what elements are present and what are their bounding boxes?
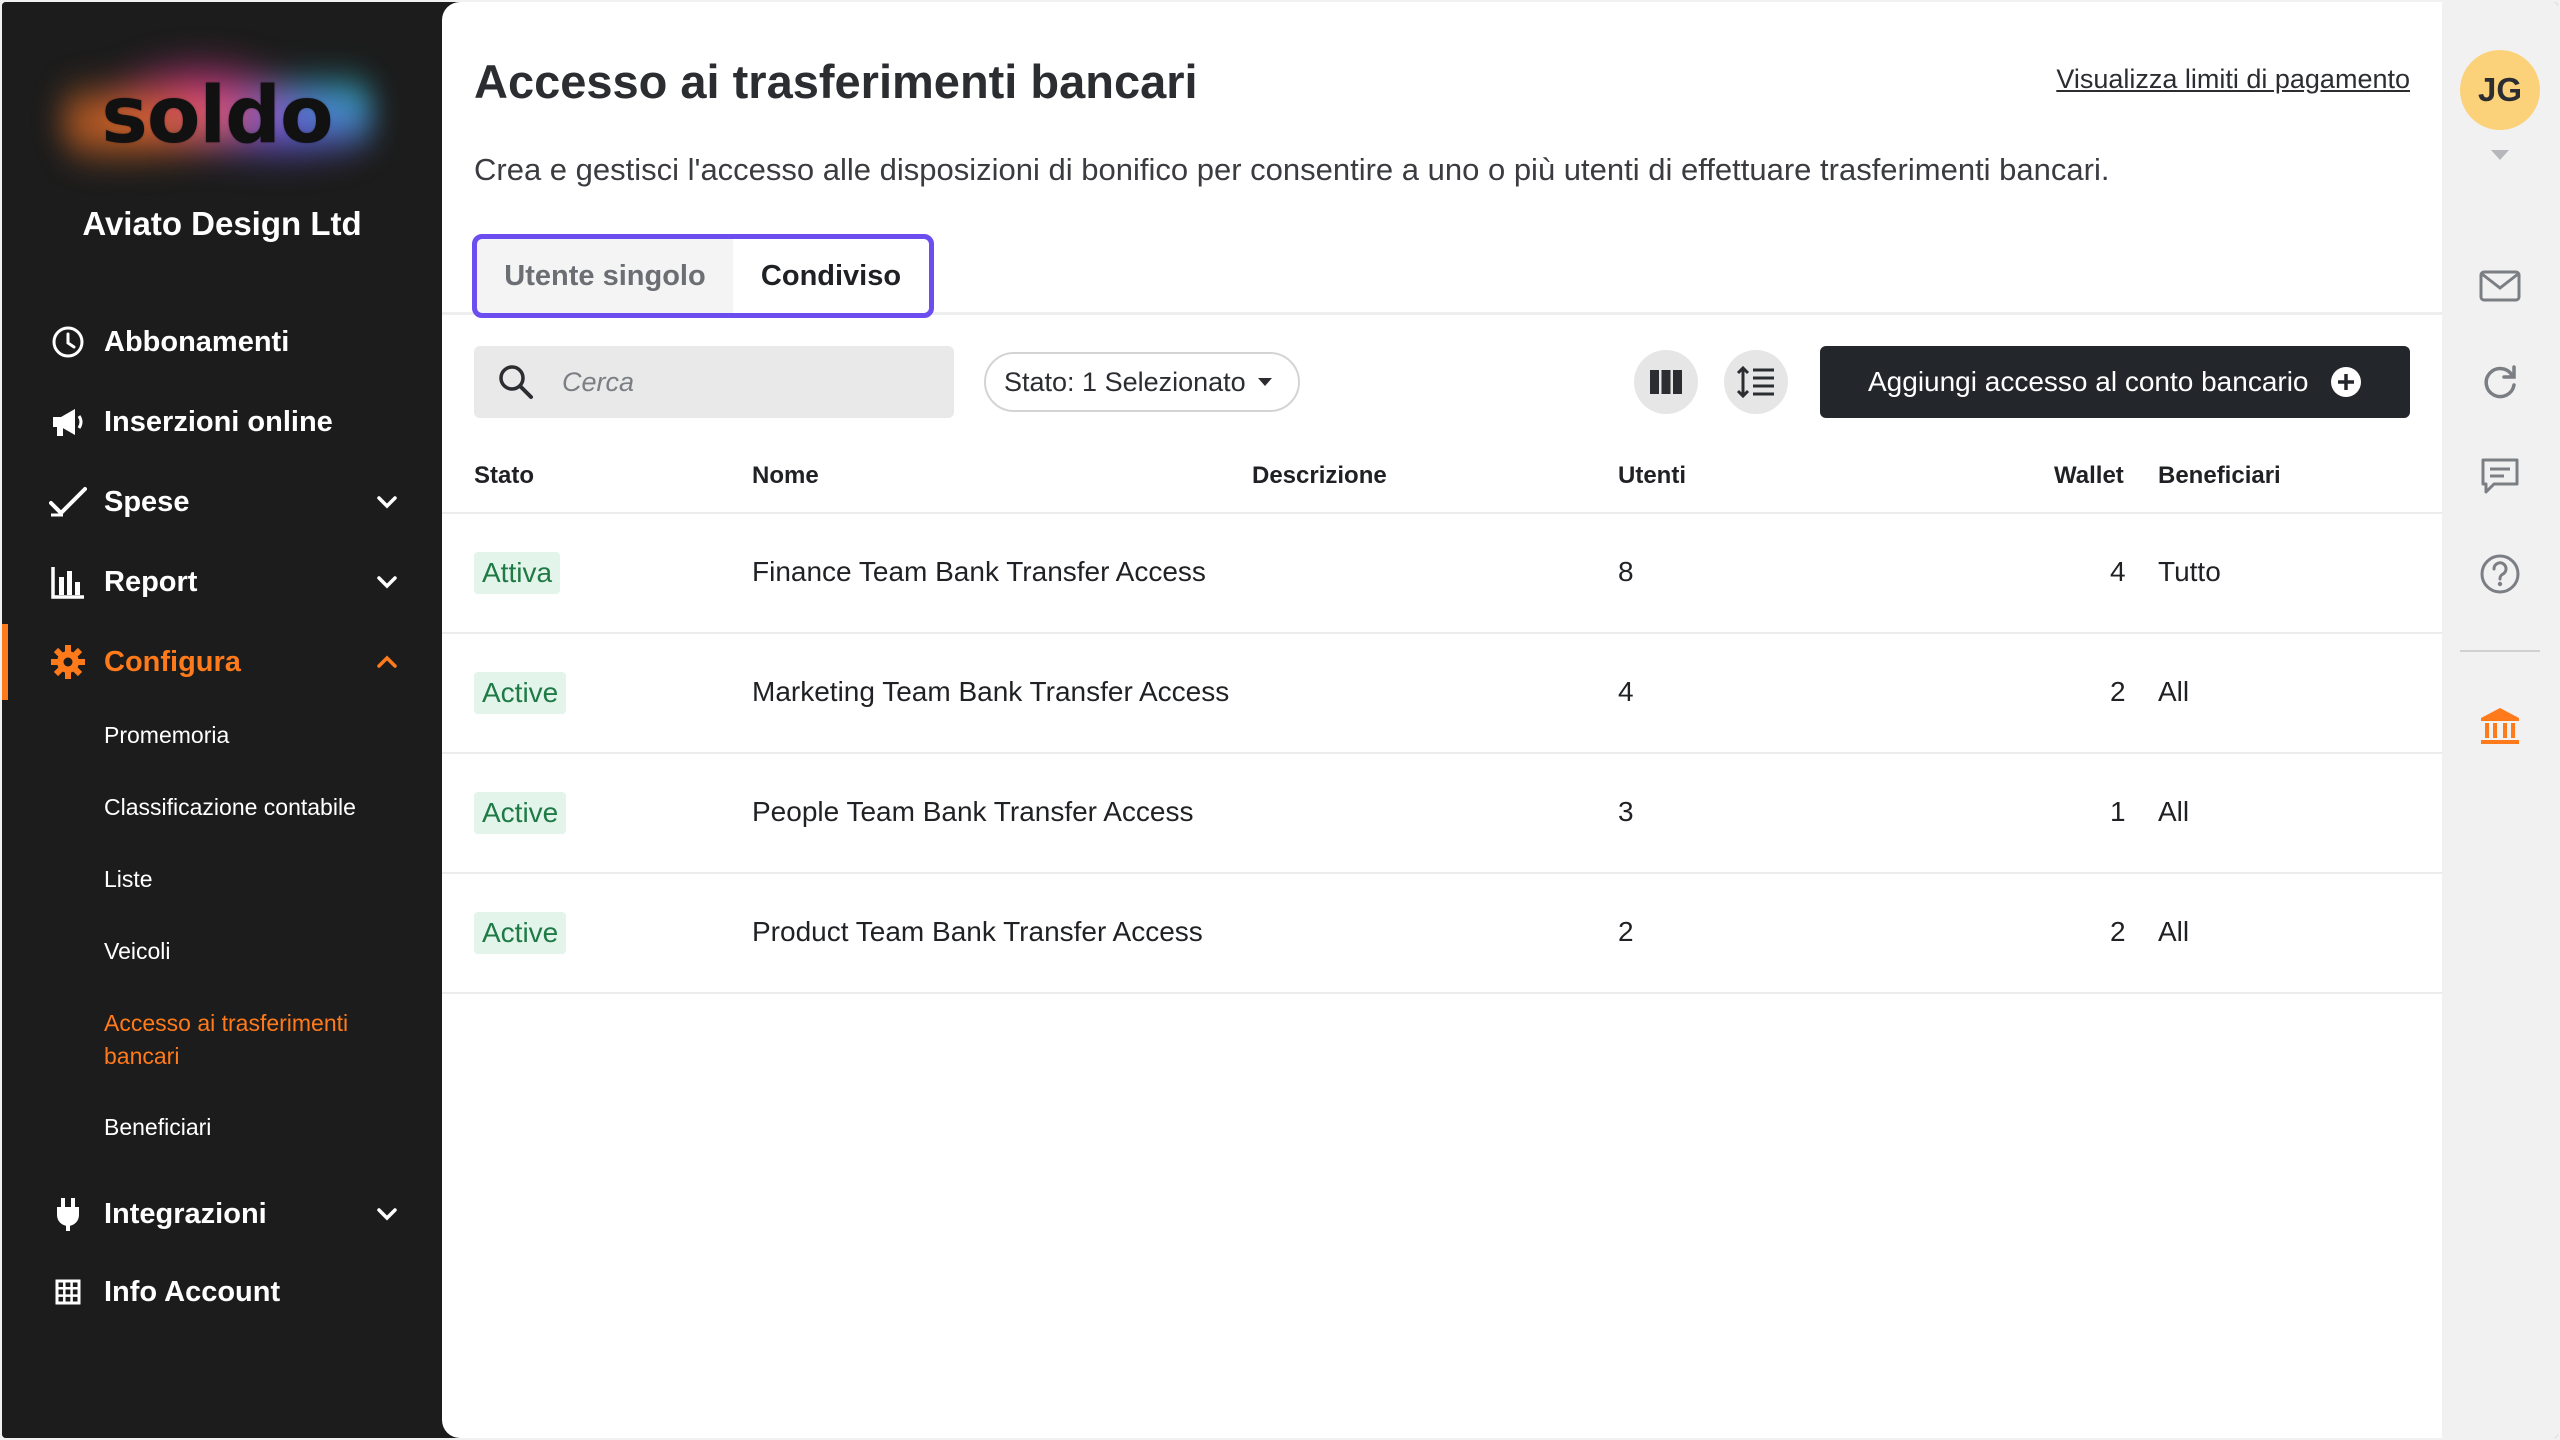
nav-label: Integrazioni — [104, 1197, 267, 1230]
status-filter-dropdown[interactable]: Stato: 1 Selezionato — [984, 352, 1300, 412]
row-beneficiaries: All — [2158, 916, 2190, 947]
nav-abbonamenti[interactable]: Abbonamenti — [2, 310, 442, 374]
table-row[interactable]: Attiva Finance Team Bank Transfer Access… — [442, 512, 2442, 632]
column-header-stato[interactable]: Stato — [474, 462, 534, 490]
rail-divider — [2460, 650, 2540, 652]
subnav-accesso-trasferimenti-bancari[interactable]: Accesso ai trasferimenti bancari — [104, 1007, 394, 1073]
row-beneficiaries: All — [2158, 796, 2190, 827]
nav-label: Spese — [104, 485, 190, 518]
table-bottom-border — [442, 992, 2442, 994]
mail-icon[interactable] — [2478, 264, 2522, 308]
bar-chart-icon — [48, 562, 88, 602]
subnav-classificazione-contabile[interactable]: Classificazione contabile — [104, 791, 404, 824]
status-badge: Active — [474, 792, 567, 834]
megaphone-icon — [48, 402, 88, 442]
grid-icon — [48, 1272, 88, 1312]
nav-inserzioni-online[interactable]: Inserzioni online — [2, 390, 442, 454]
sidebar: soldo Aviato Design Ltd Abbonamenti Inse… — [2, 2, 442, 1438]
nav-spese[interactable]: Spese — [2, 470, 442, 534]
subnav-veicoli[interactable]: Veicoli — [104, 935, 404, 968]
nav-label: Abbonamenti — [104, 325, 290, 358]
view-payment-limits-link[interactable]: Visualizza limiti di pagamento — [2056, 64, 2410, 95]
table-row[interactable]: Active Product Team Bank Transfer Access… — [442, 872, 2442, 992]
column-header-wallet[interactable]: Wallet — [2054, 462, 2124, 490]
plug-icon — [48, 1194, 88, 1234]
chevron-up-icon — [372, 647, 402, 677]
nav-integrazioni[interactable]: Integrazioni — [2, 1182, 442, 1246]
soldo-logo[interactable]: soldo — [62, 46, 372, 186]
nav-label: Info Account — [104, 1275, 281, 1308]
row-name: Finance Team Bank Transfer Access — [752, 556, 1206, 587]
subnav-beneficiari[interactable]: Beneficiari — [104, 1111, 404, 1144]
search-input[interactable]: Cerca — [474, 346, 954, 418]
tab-utente-singolo[interactable]: Utente singolo — [477, 239, 733, 313]
row-wallet: 1 — [2110, 796, 2126, 827]
caret-down-icon — [1258, 378, 1272, 386]
row-name: Marketing Team Bank Transfer Access — [752, 676, 1230, 707]
table-row[interactable]: Active People Team Bank Transfer Access … — [442, 752, 2442, 872]
gear-icon — [48, 642, 88, 682]
status-badge: Active — [474, 912, 567, 954]
plus-circle-icon — [2331, 367, 2361, 397]
row-beneficiaries: All — [2158, 676, 2190, 707]
help-icon[interactable] — [2478, 552, 2522, 596]
row-users: 8 — [1618, 556, 1634, 587]
chevron-down-icon — [372, 1199, 402, 1229]
page-description: Crea e gestisci l'accesso alle disposizi… — [474, 152, 2110, 187]
chevron-down-icon — [372, 567, 402, 597]
nav-label: Report — [104, 565, 198, 598]
column-header-nome[interactable]: Nome — [752, 462, 819, 490]
page-title: Accesso ai trasferimenti bancari — [474, 55, 1198, 108]
main-content: Accesso ai trasferimenti bancari Visuali… — [442, 2, 2442, 1438]
columns-icon — [1650, 370, 1682, 394]
column-header-utenti[interactable]: Utenti — [1618, 462, 1686, 490]
refresh-icon[interactable] — [2478, 360, 2522, 404]
tab-switcher: Utente singolo Condiviso — [472, 234, 934, 318]
row-name: Product Team Bank Transfer Access — [752, 916, 1203, 947]
row-wallet: 4 — [2110, 556, 2126, 587]
chevron-down-icon — [372, 487, 402, 517]
nav-report[interactable]: Report — [2, 550, 442, 614]
bank-icon[interactable] — [2478, 704, 2522, 748]
logo-text: soldo — [101, 71, 333, 161]
subnav-promemoria[interactable]: Promemoria — [104, 719, 404, 752]
row-users: 3 — [1618, 796, 1634, 827]
add-bank-access-button[interactable]: Aggiungi accesso al conto bancario — [1820, 346, 2410, 418]
nav-label: Configura — [104, 645, 241, 678]
app-window: soldo Aviato Design Ltd Abbonamenti Inse… — [2, 2, 2558, 1438]
row-wallet: 2 — [2110, 916, 2126, 947]
subnav-liste[interactable]: Liste — [104, 863, 404, 896]
status-filter-label: Stato: 1 Selezionato — [1004, 366, 1246, 397]
nav-label: Inserzioni online — [104, 405, 333, 438]
row-wallet: 2 — [2110, 676, 2126, 707]
right-rail: JG — [2442, 2, 2558, 1438]
row-name: People Team Bank Transfer Access — [752, 796, 1194, 827]
row-users: 2 — [1618, 916, 1634, 947]
column-header-descrizione[interactable]: Descrizione — [1252, 462, 1387, 490]
company-name: Aviato Design Ltd — [82, 205, 362, 242]
row-users: 4 — [1618, 676, 1634, 707]
tab-condiviso[interactable]: Condiviso — [733, 239, 929, 313]
row-density-button[interactable] — [1724, 350, 1788, 414]
nav-info-account[interactable]: Info Account — [2, 1260, 442, 1324]
line-height-icon — [1736, 365, 1774, 399]
add-button-label: Aggiungi accesso al conto bancario — [1868, 366, 2309, 397]
columns-toggle-button[interactable] — [1634, 350, 1698, 414]
table-row[interactable]: Active Marketing Team Bank Transfer Acce… — [442, 632, 2442, 752]
nav-configura[interactable]: Configura — [2, 630, 442, 694]
search-placeholder: Cerca — [562, 366, 635, 397]
checkmark-icon — [48, 482, 88, 522]
search-icon — [499, 365, 533, 399]
avatar[interactable]: JG — [2460, 50, 2540, 130]
avatar-caret-icon[interactable] — [2491, 150, 2509, 160]
column-header-beneficiari[interactable]: Beneficiari — [2158, 462, 2281, 490]
status-badge: Active — [474, 672, 567, 714]
row-beneficiaries: Tutto — [2158, 556, 2221, 587]
status-badge: Attiva — [474, 552, 561, 594]
clock-icon — [48, 322, 88, 362]
chat-icon[interactable] — [2478, 454, 2522, 498]
